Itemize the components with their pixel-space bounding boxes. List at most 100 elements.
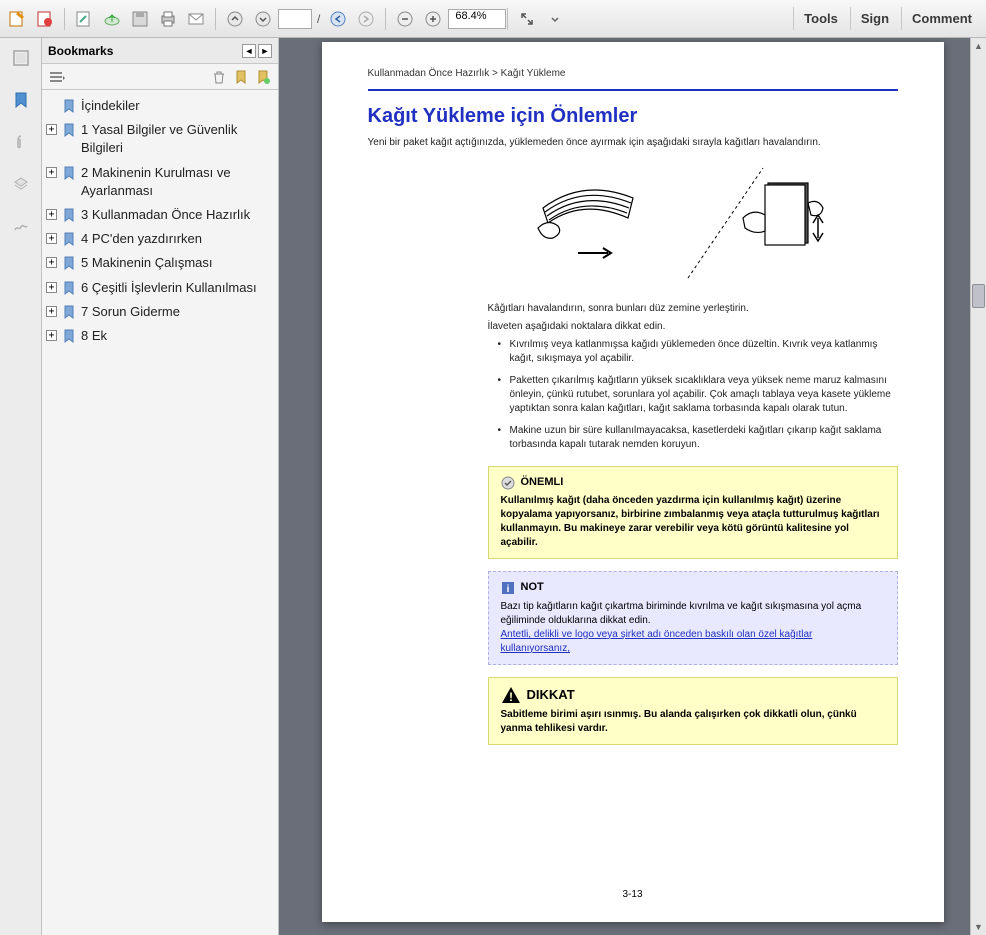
nav-forward-icon[interactable]	[353, 6, 379, 32]
bookmark-label: 7 Sorun Giderme	[81, 303, 274, 321]
bookmark-ribbon-icon	[63, 208, 77, 222]
bookmark-item[interactable]: +6 Çeşitli İşlevlerin Kullanılması	[44, 276, 276, 300]
para-2: Kâğıtları havalandırın, sonra bunları dü…	[488, 302, 898, 316]
tools-button[interactable]: Tools	[793, 7, 848, 30]
bookmark-label: 2 Makinenin Kurulması ve Ayarlanması	[81, 164, 274, 200]
print-icon[interactable]	[155, 6, 181, 32]
delete-bookmark-icon[interactable]	[210, 68, 228, 86]
page-separator: /	[317, 12, 320, 26]
page-up-icon[interactable]	[222, 6, 248, 32]
bookmark-label: 8 Ek	[81, 327, 274, 345]
panel-collapse-left-icon[interactable]: ◄	[242, 44, 256, 58]
important-title: ÖNEMLI	[501, 475, 885, 490]
comment-button[interactable]: Comment	[901, 7, 982, 30]
scroll-up-icon[interactable]: ▲	[971, 38, 986, 54]
save-icon[interactable]	[127, 6, 153, 32]
bookmark-label: 4 PC'den yazdırırken	[81, 230, 274, 248]
bookmarks-options-icon[interactable]	[48, 68, 66, 86]
expand-icon[interactable]: +	[46, 282, 57, 293]
fullscreen-icon[interactable]	[514, 6, 540, 32]
bookmark-item[interactable]: +3 Kullanmadan Önce Hazırlık	[44, 203, 276, 227]
bookmark-ribbon-icon	[63, 123, 77, 137]
bookmark-item[interactable]: +5 Makinenin Çalışması	[44, 251, 276, 275]
caution-body: Sabitleme birimi aşırı ısınmış. Bu aland…	[501, 708, 885, 736]
bookmark-label: 3 Kullanmadan Önce Hazırlık	[81, 206, 274, 224]
create-pdf-icon[interactable]	[32, 6, 58, 32]
intro-text: Yeni bir paket kağıt açtığınızda, yüklem…	[368, 136, 898, 150]
panel-collapse-right-icon[interactable]: ►	[258, 44, 272, 58]
bookmark-label: 5 Makinenin Çalışması	[81, 254, 274, 272]
important-box: ÖNEMLI Kullanılmış kağıt (daha önceden y…	[488, 466, 898, 559]
zoom-in-icon[interactable]	[420, 6, 446, 32]
scroll-down-icon[interactable]: ▼	[971, 919, 986, 935]
note-title: i NOT	[501, 580, 885, 595]
bookmark-label: 1 Yasal Bilgiler ve Güvenlik Bilgileri	[81, 121, 274, 157]
bookmarks-header: Bookmarks ◄ ►	[42, 38, 278, 64]
sign-button[interactable]: Sign	[850, 7, 899, 30]
signatures-icon[interactable]	[9, 214, 33, 238]
caution-title: ! DIKKAT	[501, 686, 885, 704]
edit-icon[interactable]	[71, 6, 97, 32]
new-bookmark-from-struct-icon[interactable]	[254, 68, 272, 86]
note-box: i NOT Bazı tip kağıtların kağıt çıkartma…	[488, 571, 898, 664]
bookmarks-toolbar	[42, 64, 278, 90]
breadcrumb: Kullanmadan Önce Hazırlık > Kağıt Yüklem…	[368, 68, 898, 91]
page-down-icon[interactable]	[250, 6, 276, 32]
separator	[64, 8, 65, 30]
layers-icon[interactable]	[9, 172, 33, 196]
svg-text:i: i	[506, 584, 509, 595]
bookmark-ribbon-icon	[63, 256, 77, 270]
expand-icon[interactable]: +	[46, 330, 57, 341]
bookmark-item[interactable]: +1 Yasal Bilgiler ve Güvenlik Bilgileri	[44, 118, 276, 160]
expand-icon[interactable]: +	[46, 167, 57, 178]
navigation-rail	[0, 38, 42, 935]
note-body-2: Antetli, delikli ve logo veya şirket adı…	[501, 628, 885, 656]
bookmark-item[interactable]: +2 Makinenin Kurulması ve Ayarlanması	[44, 161, 276, 203]
bookmarks-tree: İçindekiler +1 Yasal Bilgiler ve Güvenlik…	[42, 90, 278, 935]
bookmarks-icon[interactable]	[9, 88, 33, 112]
cloud-upload-icon[interactable]	[99, 6, 125, 32]
para-3: İlaveten aşağıdaki noktalara dikkat edin…	[488, 320, 898, 334]
bookmark-label: İçindekiler	[81, 97, 274, 115]
page-number-input[interactable]	[278, 9, 312, 29]
svg-text:!: !	[509, 690, 513, 704]
new-bookmark-icon[interactable]	[232, 68, 250, 86]
expand-icon[interactable]: +	[46, 209, 57, 220]
expand-icon[interactable]: +	[46, 257, 57, 268]
document-area: Kullanmadan Önce Hazırlık > Kağıt Yüklem…	[279, 38, 986, 935]
convert-pdf-icon[interactable]	[4, 6, 30, 32]
caution-box: ! DIKKAT Sabitleme birimi aşırı ısınmış.…	[488, 677, 898, 745]
important-body: Kullanılmış kağıt (daha önceden yazdırma…	[501, 494, 885, 550]
bookmark-item[interactable]: +8 Ek	[44, 324, 276, 348]
warning-triangle-icon: !	[501, 686, 521, 704]
zoom-out-icon[interactable]	[392, 6, 418, 32]
bookmark-item[interactable]: +4 PC'den yazdırırken	[44, 227, 276, 251]
separator	[507, 8, 508, 30]
expand-icon	[46, 100, 57, 111]
bookmark-item[interactable]: +7 Sorun Giderme	[44, 300, 276, 324]
page-number: 3-13	[322, 889, 944, 900]
bullet-item: Makine uzun bir süre kullanılmayacaksa, …	[498, 424, 898, 452]
bookmark-item[interactable]: İçindekiler	[44, 94, 276, 118]
scroll-thumb[interactable]	[972, 284, 985, 308]
expand-icon[interactable]: +	[46, 306, 57, 317]
note-body-1: Bazı tip kağıtların kağıt çıkartma birim…	[501, 600, 885, 628]
info-icon: i	[501, 581, 515, 595]
nav-back-icon[interactable]	[325, 6, 351, 32]
bookmark-ribbon-icon	[63, 305, 77, 319]
pdf-page: Kullanmadan Önce Hazırlık > Kağıt Yüklem…	[322, 42, 944, 922]
bookmark-ribbon-icon	[63, 166, 77, 180]
check-circle-icon	[501, 476, 515, 490]
email-icon[interactable]	[183, 6, 209, 32]
separator	[215, 8, 216, 30]
expand-icon[interactable]: +	[46, 124, 57, 135]
attachments-icon[interactable]	[9, 130, 33, 154]
expand-icon[interactable]: +	[46, 233, 57, 244]
page-title: Kağıt Yükleme için Önlemler	[368, 105, 898, 128]
bookmark-ribbon-icon	[63, 281, 77, 295]
paper-fanning-illustration	[468, 158, 898, 288]
zoom-select[interactable]: 68.4%	[448, 9, 505, 29]
vertical-scrollbar[interactable]: ▲ ▼	[970, 38, 986, 935]
more-icon[interactable]	[542, 6, 568, 32]
thumbnails-icon[interactable]	[9, 46, 33, 70]
